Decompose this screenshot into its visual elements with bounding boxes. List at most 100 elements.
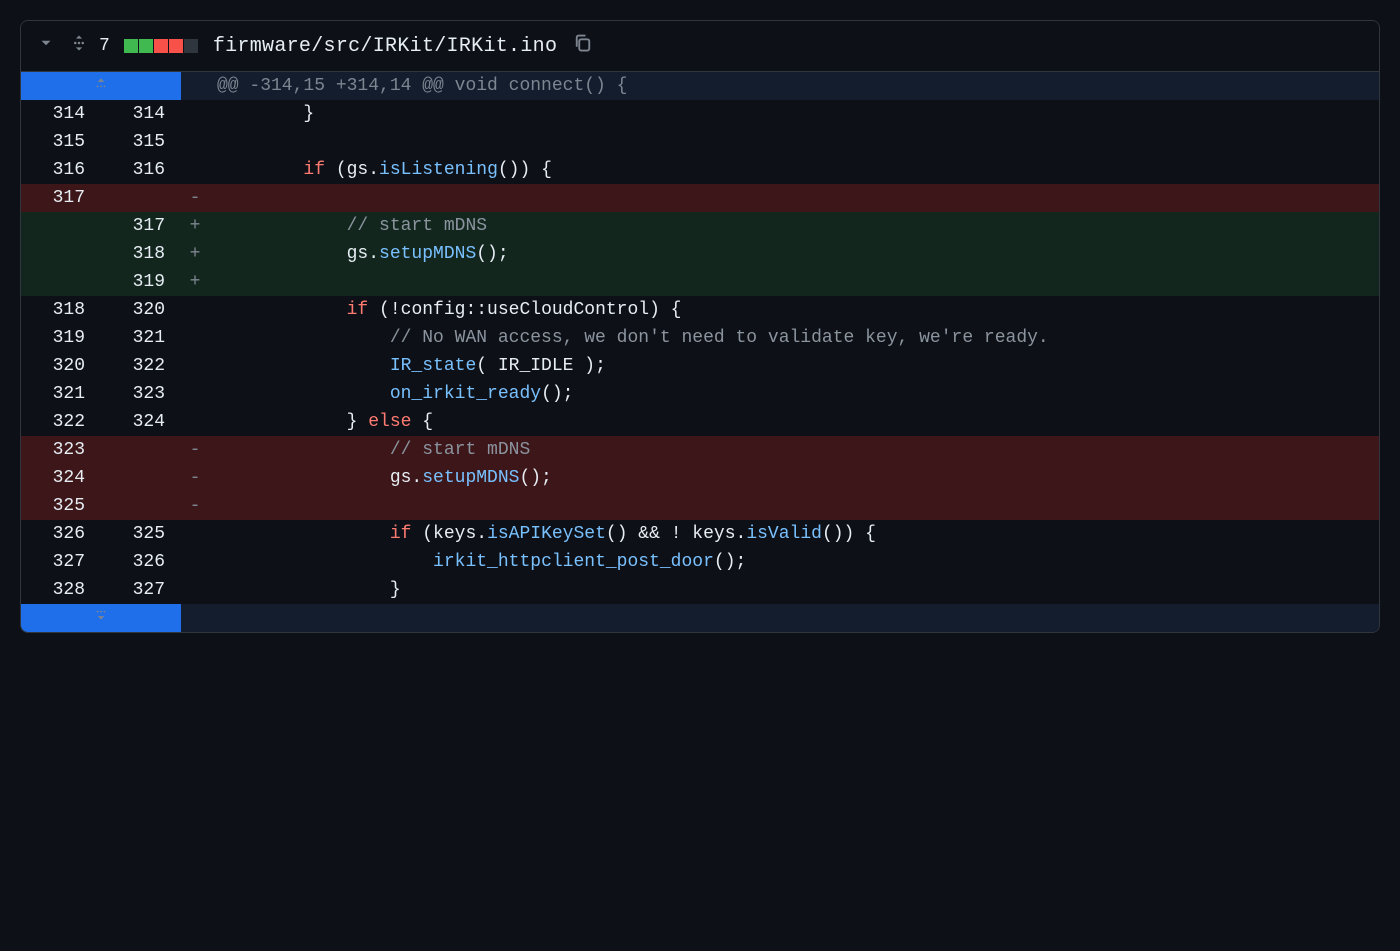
expand-up-button[interactable] (21, 72, 181, 100)
line-number-old[interactable]: 324 (21, 464, 101, 492)
line-number-new[interactable]: 323 (101, 380, 181, 408)
line-number-old[interactable]: 327 (21, 548, 101, 576)
diff-line: 315315 (21, 128, 1379, 156)
line-number-new[interactable]: 318 (101, 240, 181, 268)
line-number-old[interactable] (21, 212, 101, 240)
code-cell: irkit_httpclient_post_door(); (209, 548, 1379, 576)
code-cell: gs.setupMDNS(); (209, 240, 1379, 268)
code-cell: if (keys.isAPIKeySet() && ! keys.isValid… (209, 520, 1379, 548)
diff-line: 323- // start mDNS (21, 436, 1379, 464)
line-number-old[interactable]: 316 (21, 156, 101, 184)
line-number-old[interactable]: 315 (21, 128, 101, 156)
diff-marker (181, 128, 209, 156)
line-number-new[interactable]: 320 (101, 296, 181, 324)
hunk-header-row: @@ -314,15 +314,14 @@ void connect() { (21, 72, 1379, 100)
diff-marker: - (181, 464, 209, 492)
code-cell (209, 184, 1379, 212)
diff-line: 314314 } (21, 100, 1379, 128)
line-number-new[interactable] (101, 436, 181, 464)
line-number-new[interactable]: 324 (101, 408, 181, 436)
code-cell: } (209, 100, 1379, 128)
diff-line: 316316 if (gs.isListening()) { (21, 156, 1379, 184)
line-number-old[interactable]: 326 (21, 520, 101, 548)
diff-marker (181, 576, 209, 604)
diff-square-del (154, 39, 168, 53)
line-number-new[interactable]: 326 (101, 548, 181, 576)
diff-line: 319+ (21, 268, 1379, 296)
line-number-new[interactable] (101, 464, 181, 492)
line-number-old[interactable]: 317 (21, 184, 101, 212)
diff-square-neu (184, 39, 198, 53)
expand-down-row (21, 604, 1379, 632)
line-number-old[interactable]: 320 (21, 352, 101, 380)
copy-path-icon[interactable] (573, 33, 593, 59)
line-number-new[interactable]: 325 (101, 520, 181, 548)
diff-marker (181, 352, 209, 380)
code-cell (209, 492, 1379, 520)
line-number-new[interactable]: 327 (101, 576, 181, 604)
diff-line: 324 - gs.setupMDNS(); (21, 464, 1379, 492)
diff-line: 322324 } else { (21, 408, 1379, 436)
diff-line: 321323 on_irkit_ready(); (21, 380, 1379, 408)
line-number-new[interactable]: 317 (101, 212, 181, 240)
line-number-new[interactable]: 321 (101, 324, 181, 352)
diff-marker (181, 156, 209, 184)
diff-body: @@ -314,15 +314,14 @@ void connect() { 3… (21, 72, 1379, 604)
diff-line: 327326 irkit_httpclient_post_door(); (21, 548, 1379, 576)
code-cell: if (!config::useCloudControl) { (209, 296, 1379, 324)
line-number-old[interactable]: 319 (21, 324, 101, 352)
line-number-old[interactable]: 325 (21, 492, 101, 520)
line-number-old[interactable] (21, 240, 101, 268)
line-number-old[interactable]: 322 (21, 408, 101, 436)
line-number-new[interactable]: 316 (101, 156, 181, 184)
line-number-old[interactable]: 321 (21, 380, 101, 408)
diff-marker (181, 548, 209, 576)
line-number-old[interactable]: 314 (21, 100, 101, 128)
diff-line-count: 7 (99, 36, 110, 56)
code-cell: if (gs.isListening()) { (209, 156, 1379, 184)
diff-marker: - (181, 436, 209, 464)
line-number-new[interactable] (101, 184, 181, 212)
diff-line: 326325 if (keys.isAPIKeySet() && ! keys.… (21, 520, 1379, 548)
diff-line: 317 - (21, 184, 1379, 212)
line-number-old[interactable]: 328 (21, 576, 101, 604)
line-number-new[interactable] (101, 492, 181, 520)
line-number-new[interactable]: 322 (101, 352, 181, 380)
file-path[interactable]: firmware/src/IRKit/IRKit.ino (213, 35, 557, 58)
line-number-old[interactable]: 323 (21, 436, 101, 464)
diff-file: 7 firmware/src/IRKit/IRKit.ino @@ -314,1… (20, 20, 1380, 633)
expand-down-button[interactable] (21, 604, 181, 632)
diff-line: 319321 // No WAN access, we don't need t… (21, 324, 1379, 352)
diff-line: 320322 IR_state( IR_IDLE ); (21, 352, 1379, 380)
diff-marker: + (181, 268, 209, 296)
diff-square-add (124, 39, 138, 53)
expand-all-icon[interactable] (69, 33, 89, 59)
code-cell: // No WAN access, we don't need to valid… (209, 324, 1379, 352)
diff-stat-squares (124, 39, 199, 53)
diff-line: 328327 } (21, 576, 1379, 604)
diff-marker: + (181, 240, 209, 268)
diff-marker: - (181, 184, 209, 212)
line-number-old[interactable] (21, 268, 101, 296)
diff-line: 318+ gs.setupMDNS(); (21, 240, 1379, 268)
line-number-new[interactable]: 315 (101, 128, 181, 156)
diff-marker (181, 296, 209, 324)
line-number-new[interactable]: 319 (101, 268, 181, 296)
diff-marker: - (181, 492, 209, 520)
code-cell: } (209, 576, 1379, 604)
line-number-old[interactable]: 318 (21, 296, 101, 324)
line-number-new[interactable]: 314 (101, 100, 181, 128)
diff-marker (181, 324, 209, 352)
collapse-toggle[interactable] (37, 34, 55, 58)
diff-line: 325 - (21, 492, 1379, 520)
code-cell: gs.setupMDNS(); (209, 464, 1379, 492)
code-cell: IR_state( IR_IDLE ); (209, 352, 1379, 380)
diff-table: @@ -314,15 +314,14 @@ void connect() { 3… (21, 72, 1379, 632)
diff-line: 318320 if (!config::useCloudControl) { (21, 296, 1379, 324)
diff-line: 317+ // start mDNS (21, 212, 1379, 240)
code-cell (209, 128, 1379, 156)
diff-square-del (169, 39, 183, 53)
code-cell (209, 268, 1379, 296)
diff-marker: + (181, 212, 209, 240)
diff-marker (181, 520, 209, 548)
